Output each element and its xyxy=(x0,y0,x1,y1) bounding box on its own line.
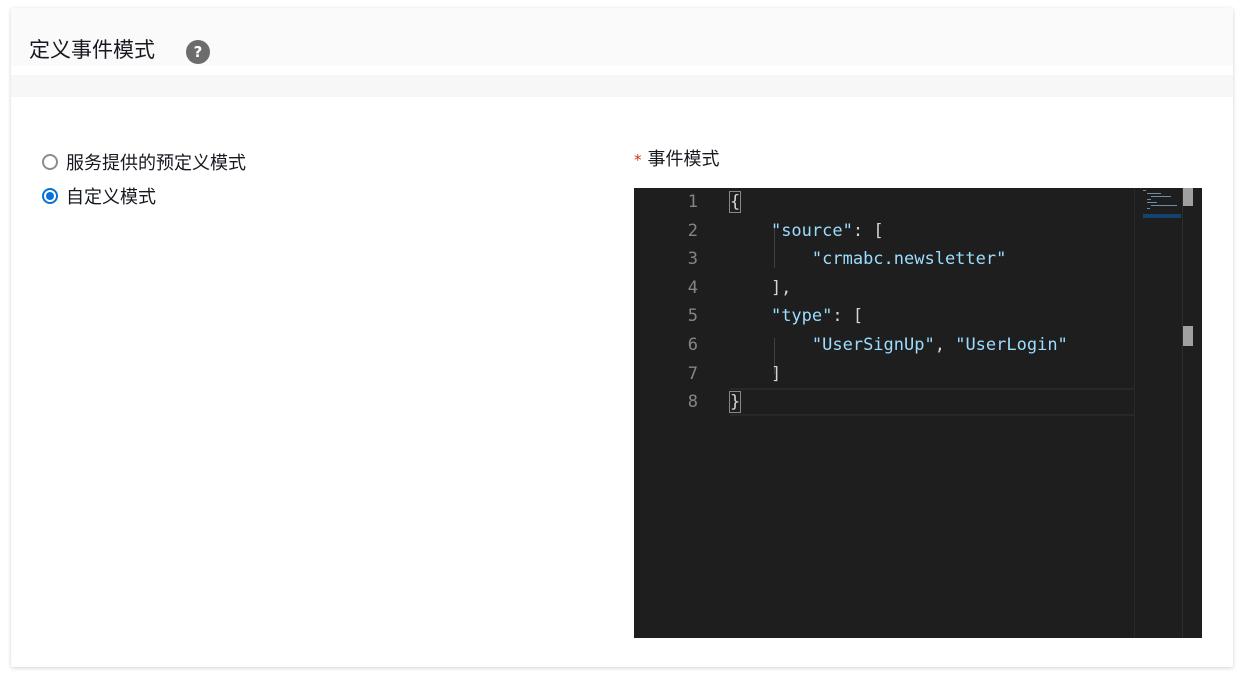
code-line: "source": [ xyxy=(770,220,884,241)
code-editor[interactable]: 1 2 3 4 5 6 7 8 { "source": [ "crmabc.ne… xyxy=(634,188,1202,638)
line-number: 2 xyxy=(687,220,698,241)
code-content[interactable]: { "source": [ "crmabc.newsletter" ], "ty… xyxy=(728,188,1134,638)
event-pattern-label: * 事件模式 xyxy=(634,147,720,173)
line-number-gutter: 1 2 3 4 5 6 7 8 xyxy=(634,188,698,638)
minimap-line xyxy=(1147,199,1151,200)
radio-button-predefined[interactable] xyxy=(42,154,58,170)
minimap-line xyxy=(1147,202,1157,203)
minimap-slider[interactable] xyxy=(1143,214,1181,218)
minimap-line xyxy=(1147,208,1150,209)
line-number: 6 xyxy=(687,335,698,355)
line-number: 1 xyxy=(687,192,698,212)
required-indicator: * xyxy=(634,151,642,169)
radio-label-custom: 自定义模式 xyxy=(66,187,156,208)
minimap-line xyxy=(1151,196,1171,197)
radio-button-custom[interactable] xyxy=(42,188,58,204)
radio-label-predefined: 服务提供的预定义模式 xyxy=(66,153,246,174)
event-pattern-label-text: 事件模式 xyxy=(647,149,720,170)
scrollbar-marker xyxy=(1183,326,1193,346)
minimap-line xyxy=(1143,190,1146,191)
code-line: "UserSignUp", "UserLogin" xyxy=(811,335,1068,355)
minimap-line xyxy=(1147,193,1161,194)
radio-option-custom[interactable]: 自定义模式 xyxy=(42,183,156,209)
editor-minimap[interactable] xyxy=(1134,188,1183,638)
code-line: { xyxy=(728,191,742,213)
line-number: 5 xyxy=(687,306,698,327)
minimap-line xyxy=(1151,205,1177,206)
code-line: "type": [ xyxy=(770,306,864,327)
code-line: } xyxy=(728,391,742,414)
radio-option-predefined[interactable]: 服务提供的预定义模式 xyxy=(42,149,246,175)
line-number: 8 xyxy=(687,392,698,413)
code-line: ] xyxy=(730,363,782,384)
line-number: 7 xyxy=(687,363,698,384)
vertical-scrollbar[interactable] xyxy=(1182,188,1202,638)
code-line: "crmabc.newsletter" xyxy=(811,249,1007,270)
scrollbar-thumb[interactable] xyxy=(1183,188,1193,206)
section-divider xyxy=(11,75,1233,97)
line-number: 3 xyxy=(687,249,698,270)
page-title: 定义事件模式 xyxy=(29,38,155,62)
event-pattern-panel: 定义事件模式 ? 服务提供的预定义模式 自定义模式 * 事件模式 1 2 3 4 … xyxy=(11,8,1233,667)
help-icon[interactable]: ? xyxy=(186,40,210,64)
code-line: ], xyxy=(730,277,792,298)
line-number: 4 xyxy=(687,277,698,298)
